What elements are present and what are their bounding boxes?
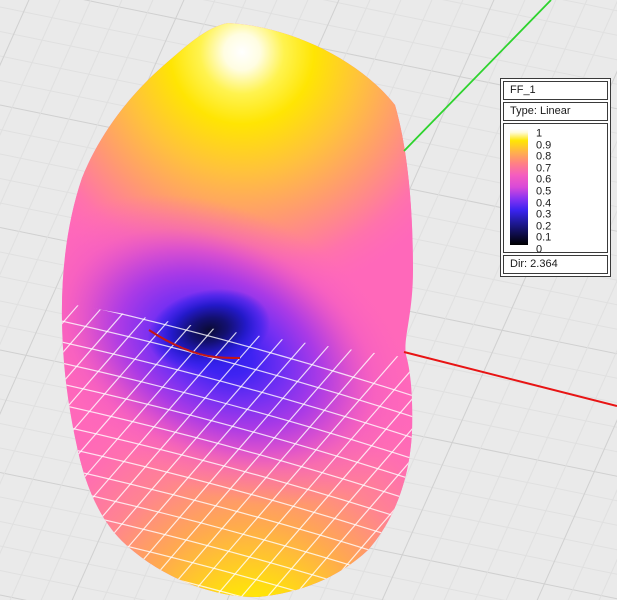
- colorbar-tick-label: 0.5: [536, 187, 551, 198]
- colorbar: [510, 129, 528, 245]
- legend-title-box: FF_1: [503, 81, 608, 100]
- colorbar-ticks: 10.90.80.70.60.50.40.30.20.10: [536, 124, 607, 252]
- colorbar-tick-label: 0.9: [536, 140, 551, 151]
- legend-colorbar-box: 10.90.80.70.60.50.40.30.20.10: [503, 123, 608, 253]
- colorbar-tick-label: 0.7: [536, 163, 551, 174]
- 3d-farfield-viewport[interactable]: FF_1 Type: Linear 10.90.80.70.60.50.40.3…: [0, 0, 617, 600]
- colorbar-tick-label: 0.2: [536, 221, 551, 232]
- colorbar-tick-label: 1: [536, 129, 542, 140]
- farfield-legend: FF_1 Type: Linear 10.90.80.70.60.50.40.3…: [500, 78, 611, 277]
- legend-title: FF_1: [510, 84, 536, 96]
- colorbar-tick-label: 0.1: [536, 233, 551, 244]
- colorbar-tick-label: 0.8: [536, 152, 551, 163]
- legend-dir-box: Dir: 2.364: [503, 255, 608, 274]
- colorbar-tick-label: 0: [536, 245, 542, 256]
- colorbar-tick-label: 0.3: [536, 210, 551, 221]
- legend-type-label: Type: Linear: [510, 105, 571, 117]
- colorbar-tick-label: 0.6: [536, 175, 551, 186]
- colorbar-tick-label: 0.4: [536, 198, 551, 209]
- legend-dir-label: Dir: 2.364: [510, 258, 558, 270]
- legend-type-box: Type: Linear: [503, 102, 608, 121]
